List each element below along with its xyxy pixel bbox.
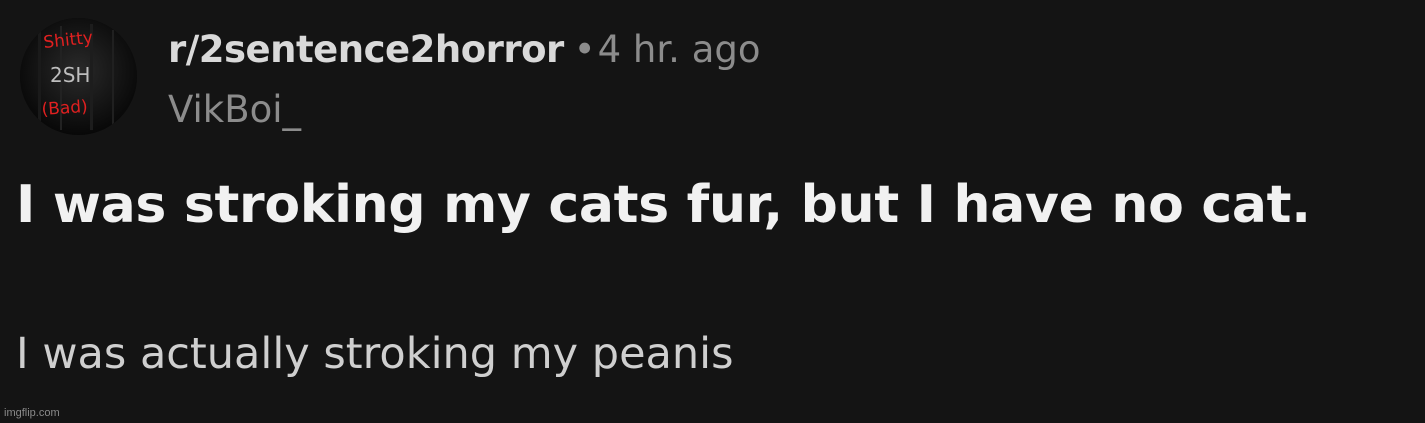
post-body: I was actually stroking my peanis (16, 329, 734, 379)
post-timestamp: 4 hr. ago (597, 28, 761, 71)
watermark: imgflip.com (4, 407, 60, 419)
post-title[interactable]: I was stroking my cats fur, but I have n… (16, 172, 1311, 238)
author-link[interactable]: VikBoi_ (168, 86, 301, 134)
post-header: r/2sentence2horror •4 hr. ago (168, 26, 761, 74)
svg-text:(Bad): (Bad) (41, 97, 88, 120)
subreddit-avatar-icon: Shitty 2SH (Bad) (20, 18, 137, 135)
subreddit-avatar[interactable]: Shitty 2SH (Bad) (20, 18, 137, 135)
meta-separator: • (573, 28, 596, 71)
subreddit-link[interactable]: r/2sentence2horror (168, 28, 564, 71)
svg-text:2SH: 2SH (50, 63, 90, 87)
post-card: Shitty 2SH (Bad) r/2sentence2horror •4 hr… (0, 0, 1425, 423)
